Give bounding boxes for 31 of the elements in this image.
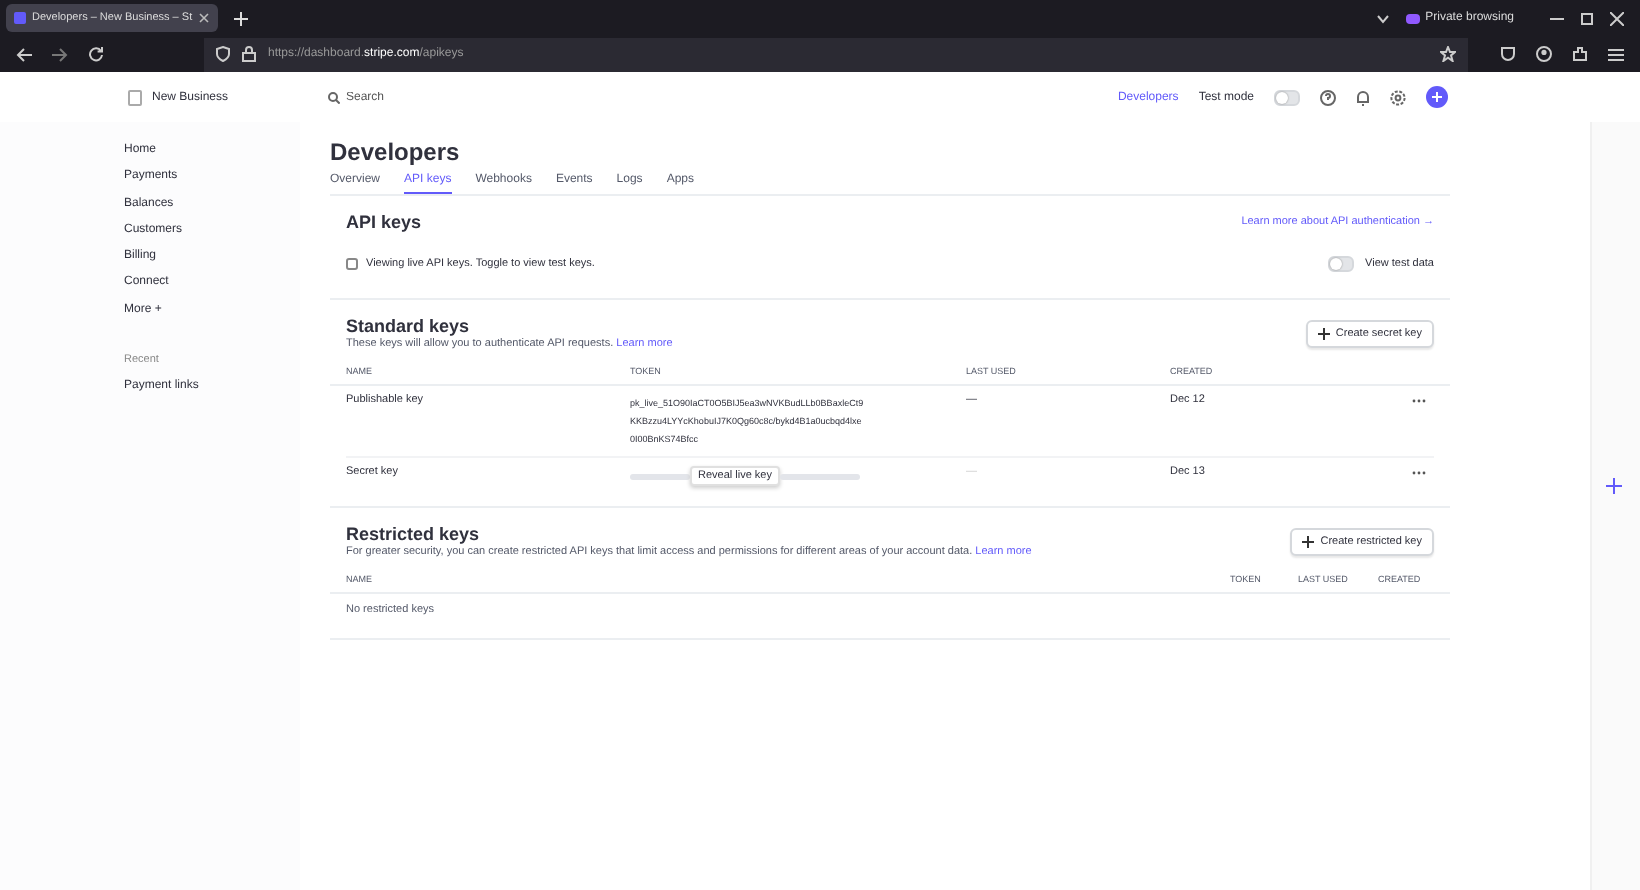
shield-icon: [216, 46, 230, 62]
star-icon[interactable]: [1440, 46, 1456, 62]
plus-icon[interactable]: [1606, 478, 1622, 494]
reload-icon[interactable]: [88, 46, 104, 62]
new-tab-icon[interactable]: [234, 11, 248, 25]
more-actions-icon[interactable]: [1412, 398, 1426, 404]
plus-icon: [1302, 535, 1315, 547]
plus-icon: [1317, 327, 1330, 339]
test-mode-toggle[interactable]: [1274, 89, 1300, 105]
section-title: Restricted keys: [346, 524, 482, 544]
chevron-down-icon[interactable]: [1375, 13, 1390, 23]
back-icon[interactable]: [16, 47, 32, 61]
more-actions-icon[interactable]: [1412, 470, 1426, 476]
restore-icon[interactable]: [1580, 11, 1594, 25]
lock-icon: [242, 46, 256, 62]
test-data-toggle[interactable]: [1327, 256, 1354, 272]
favicon-icon: [14, 12, 26, 24]
section-title: API keys: [346, 212, 422, 232]
menu-icon[interactable]: [1608, 47, 1624, 61]
page-title: Developers: [330, 138, 462, 166]
settings-icon[interactable]: [1390, 89, 1406, 105]
forward-icon[interactable]: [52, 47, 68, 61]
bell-icon[interactable]: [1356, 89, 1370, 105]
add-button[interactable]: [1426, 86, 1448, 108]
close-icon[interactable]: [198, 12, 211, 24]
section-title: Standard keys: [346, 316, 472, 336]
extensions-icon[interactable]: [1572, 46, 1588, 62]
search-icon: [328, 91, 340, 103]
close-icon[interactable]: [1610, 11, 1624, 25]
help-icon[interactable]: [1320, 89, 1336, 105]
account-icon[interactable]: [1536, 46, 1552, 62]
